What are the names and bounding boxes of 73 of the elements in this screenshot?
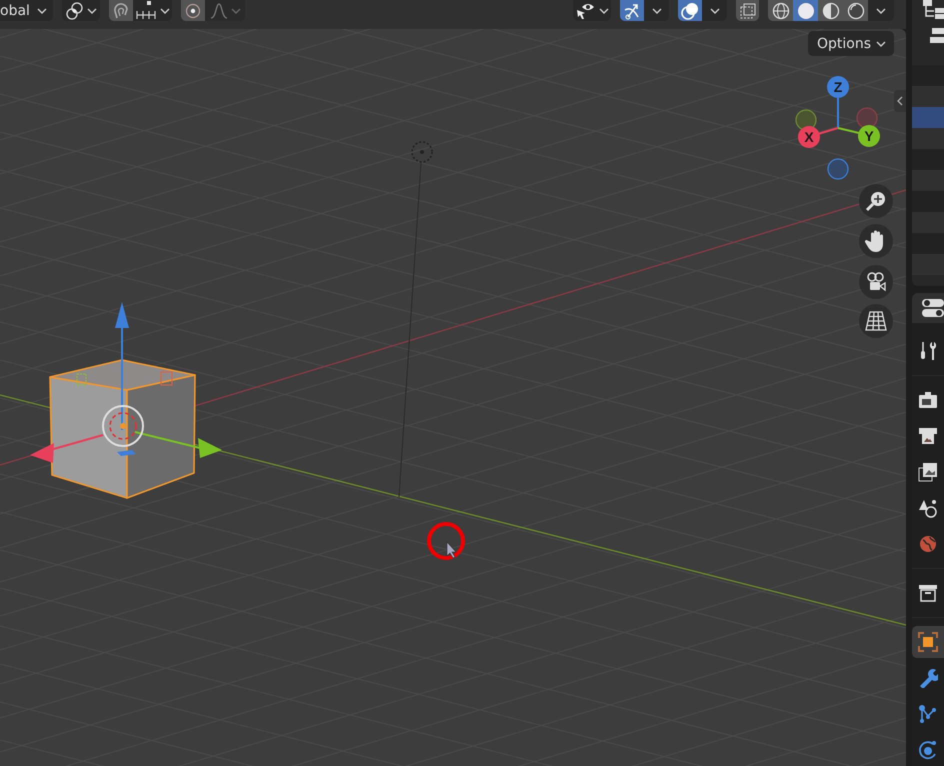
increment-icon: [135, 0, 157, 20]
chevron-icon: [160, 8, 170, 14]
pivot-dropdown[interactable]: [62, 0, 100, 21]
square-icon: [918, 632, 938, 652]
wire-sphere-icon: [772, 2, 790, 20]
outliner-tree-icon: [922, 0, 944, 20]
rendered-sphere-icon: [846, 2, 864, 20]
selectability-dropdown[interactable]: [573, 0, 611, 21]
chevron-left-icon: [897, 96, 903, 106]
box-icon: [918, 584, 938, 602]
tools-icon: [918, 341, 938, 361]
pan-view-button[interactable]: [859, 224, 893, 258]
sidebar-toggle[interactable]: [894, 90, 906, 112]
light-marker-icon: [76, 374, 86, 386]
chevron-icon: [598, 8, 608, 14]
light-marker-icon: [160, 372, 172, 386]
falloff-curve-icon: [210, 2, 228, 18]
overlapping-circles-icon: [681, 2, 699, 20]
xray-toggle[interactable]: [736, 0, 759, 21]
proportional-editing-toggle[interactable]: [181, 0, 205, 21]
linked-rings-icon: [66, 2, 84, 20]
snap-toggle[interactable]: [109, 0, 133, 21]
negative-x-handle[interactable]: [856, 107, 878, 129]
image-stack-icon: [918, 462, 938, 482]
gizmo-toggle[interactable]: [620, 0, 644, 21]
chevron-icon: [710, 8, 720, 14]
camera-view-button[interactable]: [859, 265, 893, 299]
negative-z-handle[interactable]: [827, 158, 849, 180]
xray-squares-icon: [740, 2, 756, 18]
chevron-icon: [230, 8, 240, 14]
rendered-shading-button[interactable]: [843, 0, 868, 21]
solid-shading-button[interactable]: [793, 0, 818, 21]
eye-pointer-icon: [576, 2, 596, 20]
chevron-icon: [652, 8, 662, 14]
chevron-icon: [876, 8, 886, 14]
transform-pivot-icon: [102, 405, 144, 447]
magnet-icon: [113, 2, 129, 20]
overlays-dropdown[interactable]: [702, 0, 727, 21]
navigation-axis-lines: [818, 98, 860, 135]
axis-handle[interactable]: Y: [858, 125, 880, 147]
plane-handle-icon: [117, 450, 136, 456]
falloff-dropdown[interactable]: [205, 0, 245, 21]
object-tab[interactable]: [912, 626, 944, 658]
chevron-icon: [37, 8, 47, 14]
globe-icon: [918, 534, 938, 554]
shading-dropdown[interactable]: [868, 0, 894, 21]
grid-plane-icon: [864, 310, 888, 332]
solid-sphere-icon: [796, 2, 814, 20]
material-sphere-icon: [822, 2, 840, 20]
snap-target-dropdown[interactable]: [133, 0, 172, 21]
options-dropdown[interactable]: Options: [808, 31, 894, 56]
wrench-icon: [918, 668, 938, 688]
gizmo-dropdown[interactable]: [644, 0, 669, 21]
axis-handle[interactable]: Z: [827, 76, 849, 98]
orientation-dropdown[interactable]: obal: [0, 0, 53, 21]
target-circle-icon: [185, 2, 201, 18]
particles-icon: [918, 704, 938, 724]
drops-icon: [918, 498, 938, 518]
printer-icon: [918, 427, 938, 445]
gizmo-arc-icon: [623, 2, 641, 20]
overlays-toggle[interactable]: [678, 0, 702, 21]
wireframe-shading-button[interactable]: [768, 0, 793, 21]
material-shading-button[interactable]: [818, 0, 843, 21]
zoom-view-button[interactable]: [859, 184, 893, 218]
chevron-icon: [876, 40, 886, 46]
axis-handle[interactable]: X: [798, 126, 820, 148]
camera-back-icon: [918, 391, 938, 409]
orbit-icon: [918, 740, 938, 760]
mouse-pointer-icon: [446, 541, 457, 558]
chevron-icon: [86, 8, 96, 14]
ortho-view-button[interactable]: [859, 304, 893, 338]
cursor-highlight-ring: [427, 522, 465, 560]
zoom-icon: [864, 189, 888, 213]
